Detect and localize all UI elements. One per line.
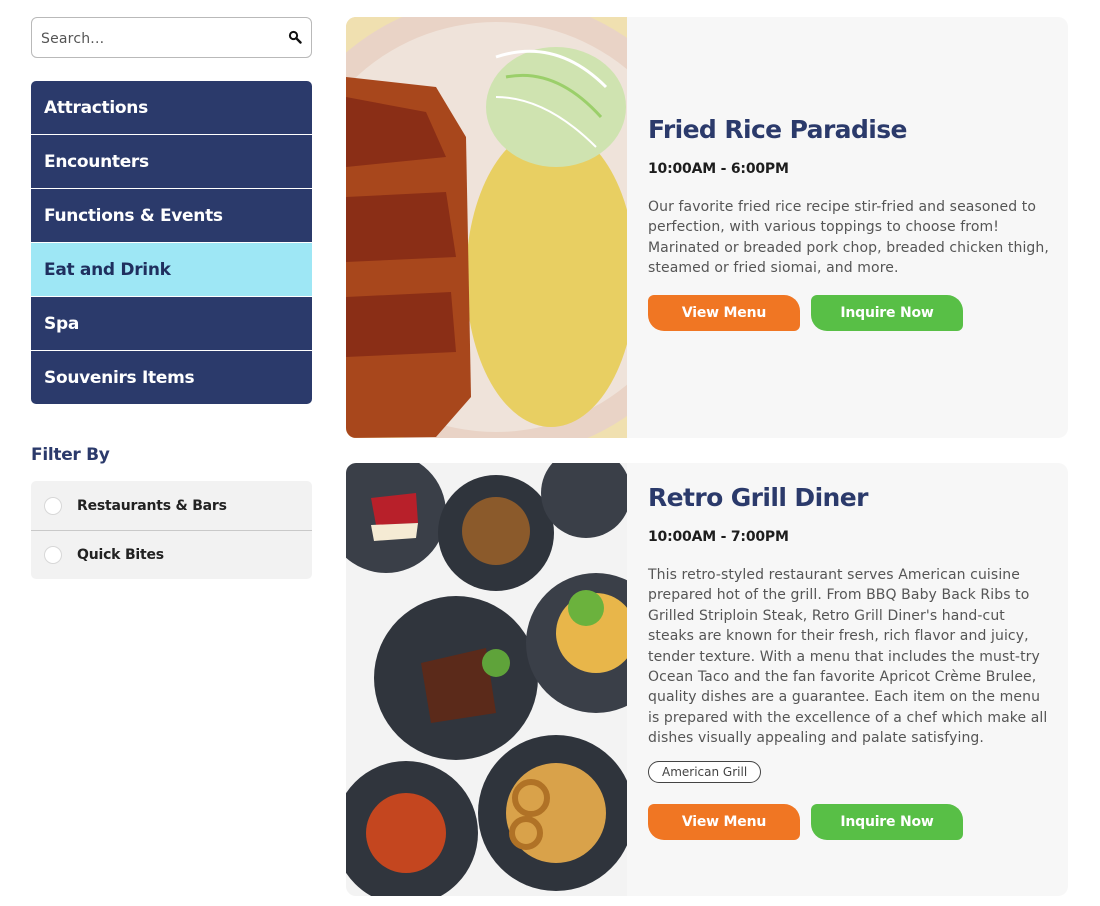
nav-item-functions-events[interactable]: Functions & Events — [31, 189, 312, 243]
listing-actions: View Menu Inquire Now — [648, 803, 1050, 840]
view-menu-button[interactable]: View Menu — [648, 294, 800, 331]
filter-label: Restaurants & Bars — [77, 497, 227, 514]
listing-body: Retro Grill Diner 10:00AM - 7:00PM This … — [648, 481, 1050, 840]
view-menu-button[interactable]: View Menu — [648, 803, 800, 840]
search-box[interactable] — [31, 17, 312, 59]
filter-title: Filter By — [31, 445, 110, 465]
category-nav: Attractions Encounters Functions & Event… — [31, 81, 312, 404]
filter-option-quick-bites[interactable]: Quick Bites — [31, 530, 312, 579]
food-photo — [346, 463, 627, 896]
inquire-now-button[interactable]: Inquire Now — [811, 803, 963, 840]
sidebar: Attractions Encounters Functions & Event… — [31, 17, 312, 579]
cuisine-tag: American Grill — [648, 760, 762, 783]
filter-list: Restaurants & Bars Quick Bites — [31, 481, 312, 579]
nav-item-attractions[interactable]: Attractions — [31, 81, 312, 135]
nav-item-encounters[interactable]: Encounters — [31, 135, 312, 189]
radio-button[interactable] — [44, 546, 62, 564]
nav-item-spa[interactable]: Spa — [31, 297, 312, 351]
listing-hours: 10:00AM - 7:00PM — [648, 529, 789, 545]
nav-item-souvenirs[interactable]: Souvenirs Items — [31, 351, 312, 404]
inquire-now-button[interactable]: Inquire Now — [811, 294, 963, 331]
food-photo — [346, 17, 627, 438]
listing-card: Retro Grill Diner 10:00AM - 7:00PM This … — [346, 463, 1068, 896]
listing-actions: View Menu Inquire Now — [648, 294, 1050, 331]
search-input[interactable] — [39, 18, 283, 59]
listing-title: Fried Rice Paradise — [648, 115, 907, 144]
listing-description: Our favorite fried rice recipe stir-frie… — [648, 199, 1049, 277]
filter-option-restaurants-bars[interactable]: Restaurants & Bars — [31, 481, 312, 530]
listing-title: Retro Grill Diner — [648, 483, 868, 512]
listing-card: Fried Rice Paradise 10:00AM - 6:00PM Our… — [346, 17, 1068, 438]
radio-button[interactable] — [44, 496, 62, 515]
listing-description: This retro-styled restaurant serves Amer… — [648, 567, 1048, 747]
nav-item-eat-and-drink[interactable]: Eat and Drink — [31, 243, 312, 297]
search-icon[interactable] — [288, 30, 302, 44]
filter-label: Quick Bites — [77, 547, 164, 563]
listing-body: Fried Rice Paradise 10:00AM - 6:00PM Our… — [648, 113, 1050, 331]
listing-hours: 10:00AM - 6:00PM — [648, 161, 789, 177]
